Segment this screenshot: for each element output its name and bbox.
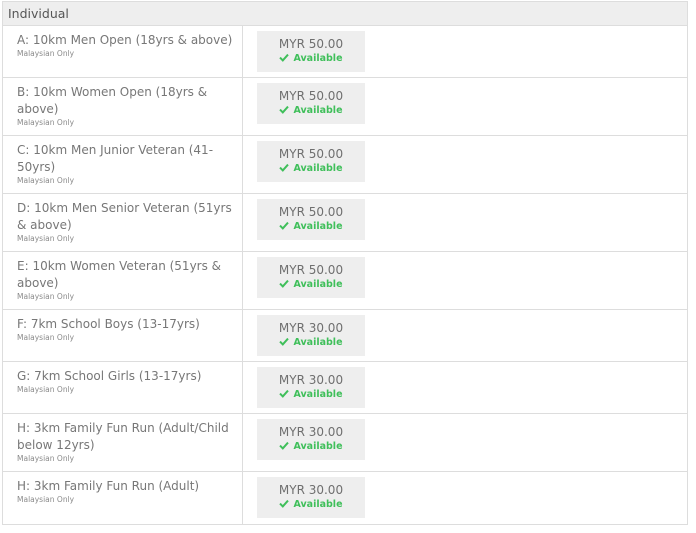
status-label: Available <box>293 163 343 174</box>
category-name: H: 3km Family Fun Run (Adult/Child below… <box>17 421 229 452</box>
price-value: MYR 30.00 <box>278 321 344 335</box>
availability-status: Available <box>257 440 365 453</box>
price-value: MYR 30.00 <box>278 483 344 497</box>
category-name: G: 7km School Girls (13-17yrs) <box>17 369 202 383</box>
availability-status: Available <box>257 162 365 175</box>
price-value: MYR 50.00 <box>278 37 344 51</box>
price-option[interactable]: MYR 30.00 Available <box>257 477 365 518</box>
availability-status: Available <box>257 388 365 401</box>
check-icon <box>279 279 290 288</box>
category-cell: E: 10km Women Veteran (51yrs & above) Ma… <box>3 252 243 309</box>
price-option[interactable]: MYR 50.00 Available <box>257 199 365 240</box>
status-label: Available <box>293 337 343 348</box>
status-label: Available <box>293 279 343 290</box>
check-icon <box>279 163 290 172</box>
availability-status: Available <box>257 52 365 65</box>
price-cell: MYR 50.00 Available <box>243 194 687 251</box>
ticket-row: A: 10km Men Open (18yrs & above) Malaysi… <box>3 26 687 78</box>
category-cell: H: 3km Family Fun Run (Adult/Child below… <box>3 414 243 471</box>
price-cell: MYR 50.00 Available <box>243 26 687 77</box>
check-icon <box>279 221 290 230</box>
category-cell: B: 10km Women Open (18yrs & above) Malay… <box>3 78 243 135</box>
price-option[interactable]: MYR 30.00 Available <box>257 367 365 408</box>
ticket-row: C: 10km Men Junior Veteran (41-50yrs) Ma… <box>3 136 687 194</box>
price-value: MYR 50.00 <box>278 147 344 161</box>
availability-status: Available <box>257 220 365 233</box>
status-label: Available <box>293 441 343 452</box>
availability-status: Available <box>257 278 365 291</box>
category-name: B: 10km Women Open (18yrs & above) <box>17 85 208 116</box>
price-option[interactable]: MYR 50.00 Available <box>257 257 365 298</box>
availability-status: Available <box>257 336 365 349</box>
ticket-row: H: 3km Family Fun Run (Adult/Child below… <box>3 414 687 472</box>
price-option[interactable]: MYR 50.00 Available <box>257 141 365 182</box>
panel-title: Individual <box>3 2 687 26</box>
category-cell: A: 10km Men Open (18yrs & above) Malaysi… <box>3 26 243 77</box>
price-cell: MYR 30.00 Available <box>243 472 687 524</box>
check-icon <box>279 389 290 398</box>
category-name: H: 3km Family Fun Run (Adult) <box>17 479 200 493</box>
status-label: Available <box>293 389 343 400</box>
price-value: MYR 50.00 <box>278 205 344 219</box>
category-name: D: 10km Men Senior Veteran (51yrs & abov… <box>17 201 232 232</box>
category-note: Malaysian Only <box>17 234 75 243</box>
category-note: Malaysian Only <box>17 333 75 342</box>
price-value: MYR 50.00 <box>278 89 344 103</box>
check-icon <box>279 441 290 450</box>
check-icon <box>279 53 290 62</box>
price-option[interactable]: MYR 50.00 Available <box>257 31 365 72</box>
ticket-row: D: 10km Men Senior Veteran (51yrs & abov… <box>3 194 687 252</box>
category-cell: G: 7km School Girls (13-17yrs) Malaysian… <box>3 362 243 413</box>
category-name: C: 10km Men Junior Veteran (41-50yrs) <box>17 143 214 174</box>
check-icon <box>279 105 290 114</box>
ticket-row: E: 10km Women Veteran (51yrs & above) Ma… <box>3 252 687 310</box>
category-name: F: 7km School Boys (13-17yrs) <box>17 317 200 331</box>
status-label: Available <box>293 499 343 510</box>
price-cell: MYR 50.00 Available <box>243 252 687 309</box>
category-note: Malaysian Only <box>17 454 75 463</box>
category-note: Malaysian Only <box>17 176 75 185</box>
price-cell: MYR 50.00 Available <box>243 136 687 193</box>
check-icon <box>279 499 290 508</box>
ticket-row: G: 7km School Girls (13-17yrs) Malaysian… <box>3 362 687 414</box>
price-cell: MYR 30.00 Available <box>243 362 687 413</box>
category-name: A: 10km Men Open (18yrs & above) <box>17 33 233 47</box>
status-label: Available <box>293 221 343 232</box>
price-value: MYR 30.00 <box>278 425 344 439</box>
category-name: E: 10km Women Veteran (51yrs & above) <box>17 259 222 290</box>
category-note: Malaysian Only <box>17 495 75 504</box>
category-note: Malaysian Only <box>17 49 75 58</box>
price-option[interactable]: MYR 30.00 Available <box>257 315 365 356</box>
category-cell: F: 7km School Boys (13-17yrs) Malaysian … <box>3 310 243 361</box>
price-cell: MYR 30.00 Available <box>243 414 687 471</box>
ticket-panel: Individual A: 10km Men Open (18yrs & abo… <box>2 1 688 525</box>
check-icon <box>279 337 290 346</box>
category-cell: C: 10km Men Junior Veteran (41-50yrs) Ma… <box>3 136 243 193</box>
category-cell: H: 3km Family Fun Run (Adult) Malaysian … <box>3 472 243 524</box>
price-value: MYR 50.00 <box>278 263 344 277</box>
price-value: MYR 30.00 <box>278 373 344 387</box>
price-option[interactable]: MYR 30.00 Available <box>257 419 365 460</box>
status-label: Available <box>293 53 343 64</box>
ticket-row: H: 3km Family Fun Run (Adult) Malaysian … <box>3 472 687 524</box>
price-cell: MYR 50.00 Available <box>243 78 687 135</box>
price-option[interactable]: MYR 50.00 Available <box>257 83 365 124</box>
category-note: Malaysian Only <box>17 118 75 127</box>
ticket-row: F: 7km School Boys (13-17yrs) Malaysian … <box>3 310 687 362</box>
status-label: Available <box>293 105 343 116</box>
category-note: Malaysian Only <box>17 292 75 301</box>
availability-status: Available <box>257 498 365 511</box>
category-cell: D: 10km Men Senior Veteran (51yrs & abov… <box>3 194 243 251</box>
availability-status: Available <box>257 104 365 117</box>
price-cell: MYR 30.00 Available <box>243 310 687 361</box>
ticket-row: B: 10km Women Open (18yrs & above) Malay… <box>3 78 687 136</box>
category-note: Malaysian Only <box>17 385 75 394</box>
